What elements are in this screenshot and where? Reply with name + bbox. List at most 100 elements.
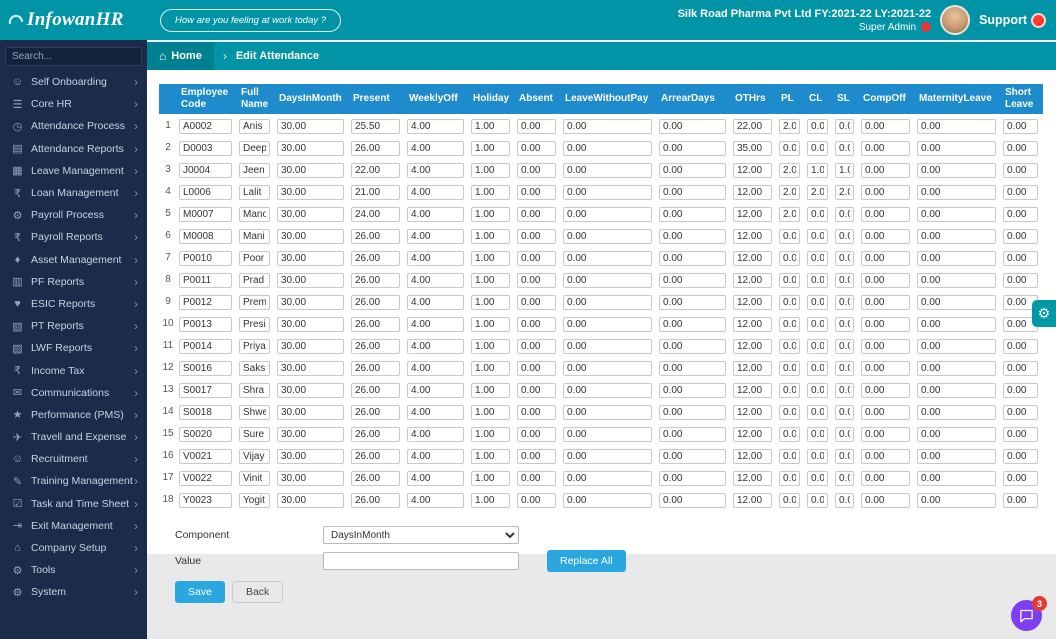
cell-comp-off-input[interactable] (861, 185, 910, 200)
cell-full-name-input[interactable] (239, 185, 270, 200)
cell-leave-without-pay-input[interactable] (563, 405, 652, 420)
cell-present-input[interactable] (351, 405, 400, 420)
cell-absent-input[interactable] (517, 339, 556, 354)
cell-absent-input[interactable] (517, 317, 556, 332)
cell-sl-input[interactable] (835, 251, 854, 266)
cell-pl-input[interactable] (779, 141, 800, 156)
cell-weekly-off-input[interactable] (407, 405, 464, 420)
cell-days-in-month-input[interactable] (277, 427, 344, 442)
cell-absent-input[interactable] (517, 251, 556, 266)
cell-full-name-input[interactable] (239, 229, 270, 244)
cell-holiday-input[interactable] (471, 273, 510, 288)
cell-leave-without-pay-input[interactable] (563, 229, 652, 244)
cell-employee-code-input[interactable] (179, 339, 232, 354)
cell-employee-code-input[interactable] (179, 427, 232, 442)
cell-present-input[interactable] (351, 493, 400, 508)
cell-pl-input[interactable] (779, 383, 800, 398)
chat-fab[interactable]: 3 (1011, 596, 1047, 631)
cell-employee-code-input[interactable] (179, 493, 232, 508)
cell-arrear-days-input[interactable] (659, 339, 726, 354)
cell-absent-input[interactable] (517, 119, 556, 134)
cell-arrear-days-input[interactable] (659, 119, 726, 134)
cell-short-leave-input[interactable] (1003, 383, 1038, 398)
cell-days-in-month-input[interactable] (277, 141, 344, 156)
cell-employee-code-input[interactable] (179, 449, 232, 464)
cell-weekly-off-input[interactable] (407, 493, 464, 508)
cell-absent-input[interactable] (517, 361, 556, 376)
value-input[interactable] (323, 552, 519, 570)
cell-days-in-month-input[interactable] (277, 185, 344, 200)
cell-days-in-month-input[interactable] (277, 405, 344, 420)
cell-present-input[interactable] (351, 207, 400, 222)
sidebar-item-leave-management[interactable]: ▦ Leave Management › (0, 160, 147, 182)
cell-weekly-off-input[interactable] (407, 185, 464, 200)
cell-arrear-days-input[interactable] (659, 207, 726, 222)
sidebar-item-company-setup[interactable]: ⌂ Company Setup › (0, 537, 147, 559)
cell-weekly-off-input[interactable] (407, 383, 464, 398)
sidebar-item-pt-reports[interactable]: ▧ PT Reports › (0, 315, 147, 337)
sidebar-item-communications[interactable]: ✉ Communications › (0, 382, 147, 404)
cell-ot-hrs-input[interactable] (733, 449, 772, 464)
cell-comp-off-input[interactable] (861, 383, 910, 398)
cell-days-in-month-input[interactable] (277, 361, 344, 376)
cell-pl-input[interactable] (779, 493, 800, 508)
cell-ot-hrs-input[interactable] (733, 229, 772, 244)
cell-cl-input[interactable] (807, 339, 828, 354)
cell-sl-input[interactable] (835, 207, 854, 222)
cell-leave-without-pay-input[interactable] (563, 339, 652, 354)
sidebar-item-lwf-reports[interactable]: ▨ LWF Reports › (0, 337, 147, 359)
cell-cl-input[interactable] (807, 471, 828, 486)
sidebar-item-performance-pms[interactable]: ★ Performance (PMS) › (0, 404, 147, 426)
sidebar-item-pf-reports[interactable]: ▥ PF Reports › (0, 271, 147, 293)
cell-arrear-days-input[interactable] (659, 405, 726, 420)
cell-weekly-off-input[interactable] (407, 361, 464, 376)
cell-absent-input[interactable] (517, 493, 556, 508)
cell-leave-without-pay-input[interactable] (563, 251, 652, 266)
cell-full-name-input[interactable] (239, 361, 270, 376)
cell-sl-input[interactable] (835, 493, 854, 508)
cell-sl-input[interactable] (835, 185, 854, 200)
cell-short-leave-input[interactable] (1003, 471, 1038, 486)
component-select[interactable]: DaysInMonth (323, 526, 519, 544)
cell-absent-input[interactable] (517, 229, 556, 244)
sidebar-item-tools[interactable]: ⚙ Tools › (0, 559, 147, 581)
cell-cl-input[interactable] (807, 141, 828, 156)
cell-full-name-input[interactable] (239, 405, 270, 420)
cell-sl-input[interactable] (835, 295, 854, 310)
cell-holiday-input[interactable] (471, 493, 510, 508)
cell-weekly-off-input[interactable] (407, 251, 464, 266)
cell-short-leave-input[interactable] (1003, 361, 1038, 376)
cell-comp-off-input[interactable] (861, 317, 910, 332)
cell-holiday-input[interactable] (471, 427, 510, 442)
cell-holiday-input[interactable] (471, 405, 510, 420)
cell-holiday-input[interactable] (471, 141, 510, 156)
cell-cl-input[interactable] (807, 405, 828, 420)
cell-employee-code-input[interactable] (179, 119, 232, 134)
cell-comp-off-input[interactable] (861, 141, 910, 156)
cell-pl-input[interactable] (779, 449, 800, 464)
cell-present-input[interactable] (351, 339, 400, 354)
cell-comp-off-input[interactable] (861, 361, 910, 376)
cell-ot-hrs-input[interactable] (733, 141, 772, 156)
cell-present-input[interactable] (351, 317, 400, 332)
cell-maternity-leave-input[interactable] (917, 471, 996, 486)
cell-ot-hrs-input[interactable] (733, 251, 772, 266)
cell-ot-hrs-input[interactable] (733, 493, 772, 508)
cell-holiday-input[interactable] (471, 317, 510, 332)
cell-pl-input[interactable] (779, 229, 800, 244)
cell-days-in-month-input[interactable] (277, 317, 344, 332)
cell-present-input[interactable] (351, 229, 400, 244)
cell-weekly-off-input[interactable] (407, 339, 464, 354)
sidebar-item-training-management[interactable]: ✎ Training Management › (0, 470, 147, 492)
cell-sl-input[interactable] (835, 273, 854, 288)
sidebar-item-travell-and-expense[interactable]: ✈ Travell and Expense › (0, 426, 147, 448)
cell-days-in-month-input[interactable] (277, 295, 344, 310)
cell-absent-input[interactable] (517, 207, 556, 222)
cell-short-leave-input[interactable] (1003, 493, 1038, 508)
cell-pl-input[interactable] (779, 119, 800, 134)
cell-sl-input[interactable] (835, 449, 854, 464)
cell-cl-input[interactable] (807, 119, 828, 134)
cell-holiday-input[interactable] (471, 383, 510, 398)
cell-comp-off-input[interactable] (861, 449, 910, 464)
cell-employee-code-input[interactable] (179, 273, 232, 288)
